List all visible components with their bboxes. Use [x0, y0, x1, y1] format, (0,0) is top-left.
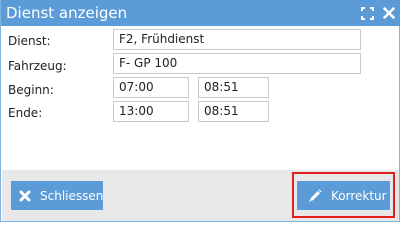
- dialog-window: Dienst anzeigen Dienst: F2, Frühdienst F…: [0, 0, 400, 222]
- ende-second-time-field[interactable]: 08:51: [198, 101, 269, 122]
- beginn-second-time-field[interactable]: 08:51: [198, 77, 269, 98]
- correct-button[interactable]: Korrektur: [297, 181, 390, 210]
- dialog-title: Dienst anzeigen: [6, 4, 128, 22]
- title-bar[interactable]: Dienst anzeigen: [1, 0, 400, 26]
- maximize-icon[interactable]: [359, 5, 375, 21]
- x-icon: [19, 190, 31, 202]
- beginn-time-field[interactable]: 07:00: [113, 77, 189, 98]
- close-icon[interactable]: [381, 5, 397, 21]
- beginn-label: Beginn:: [8, 83, 54, 97]
- correct-button-label: Korrektur: [331, 188, 387, 203]
- close-button-label: Schliessen: [40, 188, 104, 203]
- fahrzeug-field[interactable]: F- GP 100: [113, 53, 361, 74]
- ende-time-field[interactable]: 13:00: [113, 101, 189, 122]
- pencil-icon: [306, 188, 324, 204]
- dienst-label: Dienst:: [8, 34, 51, 48]
- close-button[interactable]: Schliessen: [11, 181, 103, 210]
- ende-label: Ende:: [8, 106, 43, 120]
- dienst-field[interactable]: F2, Frühdienst: [113, 29, 361, 50]
- fahrzeug-label: Fahrzeug:: [8, 59, 67, 73]
